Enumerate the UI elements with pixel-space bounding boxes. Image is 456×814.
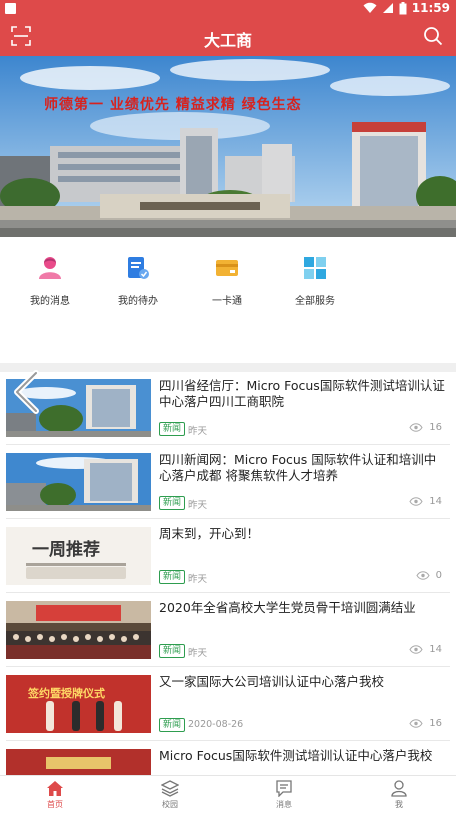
news-date: 昨天	[188, 574, 208, 585]
eye-icon	[409, 719, 423, 728]
news-date: 昨天	[188, 500, 208, 511]
wifi-icon	[363, 2, 377, 13]
view-count: 14	[409, 496, 442, 507]
news-date: 昨天	[188, 426, 208, 437]
tab-label: 我	[395, 800, 403, 809]
eye-icon	[409, 645, 423, 654]
user-message-icon	[39, 257, 61, 279]
news-tag: 新闻	[159, 570, 186, 584]
todo-doc-icon	[128, 257, 149, 279]
home-icon	[47, 781, 63, 796]
profile-icon	[391, 780, 407, 797]
book-shape	[26, 567, 126, 579]
status-time: 11:59	[411, 1, 450, 15]
view-count: 0	[416, 570, 442, 581]
grid-icon	[304, 257, 326, 279]
view-count-value: 14	[429, 644, 442, 655]
banner-carousel[interactable]: 师德第一 业绩优先 精益求精 绿色生态	[0, 56, 456, 237]
card-icon	[216, 260, 238, 276]
news-tag: 新闻	[159, 496, 186, 510]
news-thumbnail: 一周推荐	[6, 527, 151, 585]
eye-icon	[409, 423, 423, 432]
book-edge	[26, 563, 126, 566]
news-date: 昨天	[188, 648, 208, 659]
message-icon	[276, 780, 292, 797]
tab-me[interactable]: 我	[369, 780, 429, 810]
person-shape	[46, 701, 54, 731]
news-item[interactable]: 四川省经信厅：Micro Focus国际软件测试培训认证中心落户四川工商职院 新…	[0, 372, 456, 445]
search-icon[interactable]	[423, 26, 443, 46]
campus-photo	[0, 56, 456, 237]
view-count-value: 0	[435, 570, 442, 581]
section-divider	[0, 363, 456, 372]
news-tag: 新闻	[159, 718, 186, 732]
view-count-value: 16	[429, 718, 442, 729]
news-title: 四川新闻网：Micro Focus 国际软件认证和培训中心落户成都 将聚焦软件人…	[159, 452, 437, 483]
quick-item-my-messages[interactable]: 我的消息	[15, 255, 85, 307]
quick-item-my-todo[interactable]: 我的待办	[103, 255, 173, 307]
row-separator	[6, 666, 450, 667]
signal-icon	[382, 3, 393, 13]
quick-item-label: 我的消息	[30, 296, 70, 307]
app-header: 大工商	[0, 18, 456, 56]
person-shape	[72, 701, 80, 731]
banner-slogan: 师德第一 业绩优先 精益求精 绿色生态	[44, 97, 302, 113]
news-item[interactable]: Micro Focus国际软件测试培训认证中心落户我校	[0, 742, 456, 775]
quick-item-label: 一卡通	[212, 296, 242, 307]
status-bar: 11:59	[0, 0, 456, 18]
eye-icon	[416, 571, 430, 580]
tab-home[interactable]: 首页	[25, 780, 85, 810]
news-item[interactable]: 一周推荐 周末到，开心到！ 新闻 昨天 0	[0, 520, 456, 593]
person-shape	[114, 701, 122, 731]
news-item[interactable]: 四川新闻网：Micro Focus 国际软件认证和培训中心落户成都 将聚焦软件人…	[0, 446, 456, 519]
row-separator	[6, 592, 450, 593]
bottom-tab-bar: 首页 校园 消息 我	[0, 775, 456, 814]
news-title: 又一家国际大公司培训认证中心落户我校	[159, 674, 385, 689]
tab-messages[interactable]: 消息	[254, 780, 314, 810]
quick-menu: 我的消息 我的待办 一卡通 全部服务	[0, 237, 456, 363]
row-separator	[6, 444, 450, 445]
view-count: 16	[409, 718, 442, 729]
news-list: 四川省经信厅：Micro Focus国际软件测试培训认证中心落户四川工商职院 新…	[0, 372, 456, 775]
tab-label: 校园	[162, 800, 178, 809]
news-thumbnail	[6, 601, 151, 659]
view-count-value: 16	[429, 422, 442, 433]
row-separator	[6, 518, 450, 519]
news-item[interactable]: 2020年全省高校大学生党员骨干培训圆满结业 新闻 昨天 14	[0, 594, 456, 667]
news-thumbnail: 签约暨授牌仪式	[6, 675, 151, 733]
tab-label: 首页	[47, 800, 63, 809]
news-tag: 新闻	[159, 644, 186, 658]
news-date: 2020-08-26	[188, 719, 244, 730]
view-count: 16	[409, 422, 442, 433]
row-separator	[6, 740, 450, 741]
news-title: 周末到，开心到！	[159, 526, 260, 541]
quick-item-all-services[interactable]: 全部服务	[280, 255, 350, 307]
notification-icon	[5, 3, 16, 14]
view-count: 14	[409, 644, 442, 655]
thumbnail-text: 签约暨授牌仪式	[28, 687, 105, 700]
tab-label: 消息	[276, 800, 292, 809]
news-title: Micro Focus国际软件测试培训认证中心落户我校	[159, 748, 433, 763]
thumbnail-text: 一周推荐	[32, 540, 100, 560]
battery-icon	[399, 1, 407, 14]
news-thumbnail	[6, 749, 151, 775]
view-count-value: 14	[429, 496, 442, 507]
news-title: 四川省经信厅：Micro Focus国际软件测试培训认证中心落户四川工商职院	[159, 378, 445, 409]
news-tag: 新闻	[159, 422, 186, 436]
quick-item-card[interactable]: 一卡通	[192, 255, 262, 307]
back-arrow-icon[interactable]	[10, 370, 44, 414]
page-title: 大工商	[203, 31, 252, 50]
quick-item-label: 全部服务	[295, 296, 335, 307]
eye-icon	[409, 497, 423, 506]
campus-layers-icon	[161, 780, 179, 797]
tab-campus[interactable]: 校园	[140, 780, 200, 810]
news-title: 2020年全省高校大学生党员骨干培训圆满结业	[159, 600, 416, 615]
news-thumbnail	[6, 453, 151, 511]
news-item[interactable]: 签约暨授牌仪式 又一家国际大公司培训认证中心落户我校 新闻 2020-08-26…	[0, 668, 456, 741]
quick-item-label: 我的待办	[118, 296, 158, 307]
person-shape	[96, 701, 104, 731]
